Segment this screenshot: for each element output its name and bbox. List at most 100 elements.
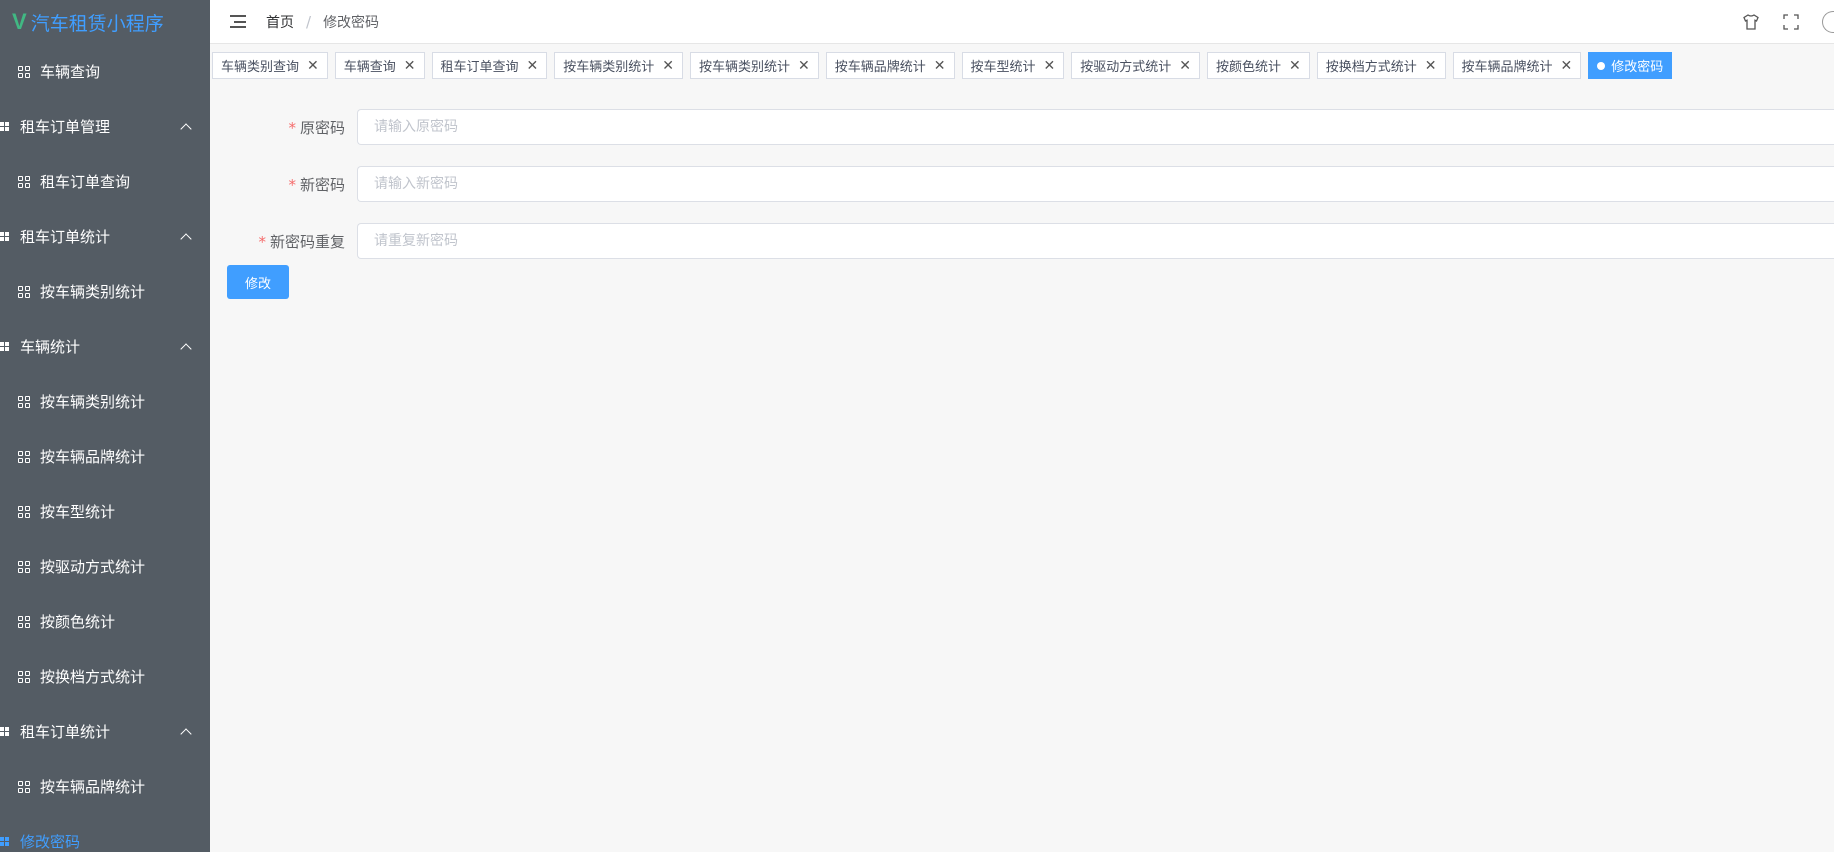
grid-icon	[0, 232, 9, 241]
tab-label: 修改密码	[1611, 60, 1664, 75]
sidebar-item[interactable]: 按车辆品牌统计	[0, 759, 210, 814]
tab-label: 按颜色统计	[1216, 60, 1282, 75]
sidebar-group[interactable]: 租车订单统计	[0, 209, 210, 264]
app-title: 汽车租赁小程序	[30, 12, 164, 35]
old-password-label: * 原密码	[288, 118, 345, 137]
apps-icon	[18, 65, 30, 78]
apps-icon	[18, 285, 30, 298]
sidebar-item[interactable]: 按驱动方式统计	[0, 539, 210, 594]
required-mark: *	[288, 175, 296, 194]
sidebar-group[interactable]: 车辆统计	[0, 319, 210, 374]
tab[interactable]: 按车辆类别统计 ✕	[554, 52, 683, 79]
tab[interactable]: 按车辆品牌统计 ✕	[1452, 52, 1582, 79]
sidebar-menu: 车辆查询 租车订单管理 租车订单查询 租车订单统计 按车辆类别统计 车辆统计 按车辆类别统计…	[0, 44, 210, 852]
header-actions	[1742, 0, 1834, 44]
sidebar-group-label: 车辆统计	[20, 338, 81, 356]
sidebar-item[interactable]: 按颜色统计	[0, 594, 210, 649]
sidebar-item[interactable]: 租车订单查询	[0, 154, 210, 209]
app-logo[interactable]: V 汽车租赁小程序	[0, 0, 210, 44]
apps-icon	[18, 395, 30, 408]
breadcrumb-current: 修改密码	[323, 14, 380, 31]
sidebar-group-label: 修改密码	[20, 833, 81, 851]
sidebar-item[interactable]: 按车辆类别统计	[0, 264, 210, 319]
fullscreen-icon[interactable]	[1782, 13, 1800, 31]
tab-label: 按车辆类别统计	[699, 60, 791, 75]
form-row-new-password: * 新密码	[210, 166, 1834, 202]
chevron-up-icon	[180, 232, 192, 245]
tab[interactable]: 修改密码	[1588, 52, 1673, 79]
tab[interactable]: 按车辆类别统计 ✕	[690, 52, 819, 79]
sidebar-group-label: 租车订单管理	[20, 118, 111, 136]
repeat-password-input[interactable]	[357, 223, 1834, 259]
close-icon[interactable]: ✕	[1179, 58, 1191, 74]
grid-icon	[0, 837, 9, 846]
sidebar-item[interactable]: 按换档方式统计	[0, 649, 210, 704]
tab-label: 按车辆品牌统计	[834, 60, 926, 75]
sidebar-item-label: 按车辆类别统计	[40, 393, 146, 411]
tab[interactable]: 按驱动方式统计 ✕	[1071, 52, 1200, 79]
submit-row: 修改	[227, 265, 1834, 299]
sidebar-item-label: 按车辆品牌统计	[40, 448, 146, 466]
sidebar-item[interactable]: 按车型统计	[0, 484, 210, 539]
old-password-input[interactable]	[357, 109, 1834, 145]
apps-icon	[18, 175, 30, 188]
close-icon[interactable]: ✕	[798, 58, 810, 74]
tab-label: 车辆类别查询	[221, 60, 300, 75]
repeat-password-label: * 新密码重复	[258, 232, 345, 251]
sidebar-item[interactable]: 按车辆类别统计	[0, 374, 210, 429]
avatar[interactable]	[1822, 11, 1834, 33]
new-password-label: * 新密码	[288, 175, 345, 194]
tab-label: 按车型统计	[970, 60, 1036, 75]
apps-icon	[18, 450, 30, 463]
submit-button[interactable]: 修改	[227, 265, 289, 299]
close-icon[interactable]: ✕	[527, 58, 539, 74]
tab[interactable]: 按颜色统计 ✕	[1207, 52, 1310, 79]
tab-label: 按换档方式统计	[1325, 60, 1417, 75]
top-header: 首页 / 修改密码	[210, 0, 1834, 44]
sidebar-item[interactable]: 车辆查询	[0, 44, 210, 99]
required-mark: *	[288, 118, 296, 137]
form-row-old-password: * 原密码	[210, 109, 1834, 145]
theme-shirt-icon[interactable]	[1742, 13, 1760, 31]
sidebar-item-label: 按换档方式统计	[40, 668, 146, 686]
sidebar-item-label: 按颜色统计	[40, 613, 116, 631]
close-icon[interactable]: ✕	[1561, 58, 1573, 74]
sidebar-group[interactable]: 租车订单管理	[0, 99, 210, 154]
close-icon[interactable]: ✕	[307, 58, 319, 74]
chevron-up-icon	[180, 342, 192, 355]
tab-label: 车辆查询	[343, 60, 396, 75]
grid-icon	[0, 727, 9, 736]
required-mark: *	[258, 232, 266, 251]
close-icon[interactable]: ✕	[1425, 58, 1437, 74]
sidebar-item-label: 按车型统计	[40, 503, 116, 521]
breadcrumb-separator: /	[306, 12, 312, 31]
sidebar-item[interactable]: 按车辆品牌统计	[0, 429, 210, 484]
tab-label: 按车辆类别统计	[563, 60, 655, 75]
tab[interactable]: 按车型统计 ✕	[961, 52, 1065, 79]
tab-label: 按驱动方式统计	[1080, 60, 1172, 75]
close-icon[interactable]: ✕	[1044, 58, 1056, 74]
form-row-repeat-password: * 新密码重复	[210, 223, 1834, 259]
sidebar-item-label: 车辆查询	[40, 63, 101, 81]
hamburger-icon[interactable]	[230, 15, 246, 28]
new-password-input[interactable]	[357, 166, 1834, 202]
sidebar-group[interactable]: 租车订单统计	[0, 704, 210, 759]
close-icon[interactable]: ✕	[1289, 58, 1301, 74]
close-icon[interactable]: ✕	[404, 58, 416, 74]
tab[interactable]: 按换档方式统计 ✕	[1316, 52, 1446, 79]
apps-icon	[18, 560, 30, 573]
breadcrumb-home[interactable]: 首页	[266, 12, 294, 32]
apps-icon	[18, 505, 30, 518]
sidebar-group[interactable]: 修改密码	[0, 814, 210, 852]
sidebar-group-label: 租车订单统计	[20, 228, 111, 246]
sidebar-item-label: 租车订单查询	[40, 173, 131, 191]
sidebar-group-label: 租车订单统计	[20, 723, 111, 741]
close-icon[interactable]: ✕	[934, 58, 946, 74]
password-form: *原密码 *新密码 *新密码重复 修改	[210, 88, 1834, 299]
tags-view: 车辆类别查询 ✕ 车辆查询 ✕ 租车订单查询 ✕ 按车辆类别统计 ✕ 按车辆类别统计 ✕ 按车辆品牌…	[210, 52, 1834, 84]
close-icon[interactable]: ✕	[662, 58, 674, 74]
tab[interactable]: 车辆查询 ✕	[334, 52, 425, 79]
tab[interactable]: 租车订单查询 ✕	[431, 52, 548, 79]
tab[interactable]: 按车辆品牌统计 ✕	[825, 52, 955, 79]
tab[interactable]: 车辆类别查询 ✕	[212, 52, 328, 79]
